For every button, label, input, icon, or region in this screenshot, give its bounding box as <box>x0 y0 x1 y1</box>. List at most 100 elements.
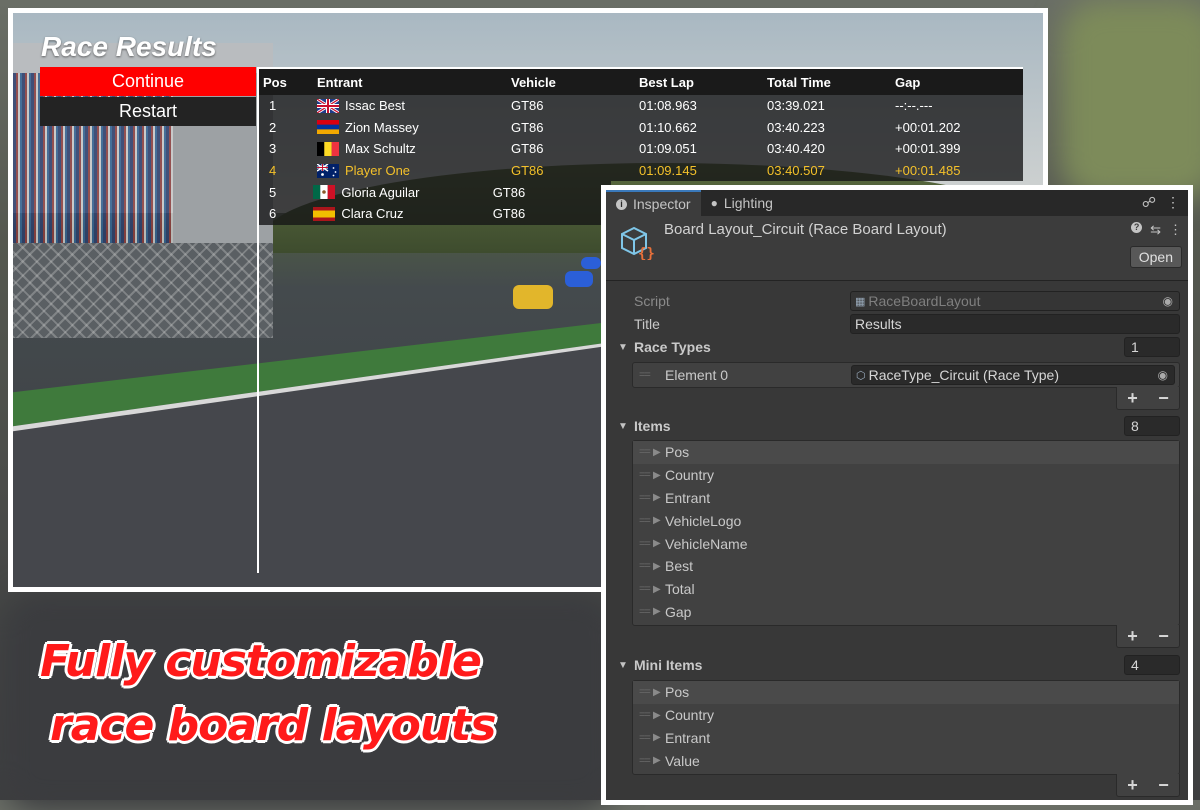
drag-handle-icon[interactable]: == <box>639 606 653 618</box>
list-item[interactable]: == ▶ Country <box>633 704 1179 727</box>
open-button[interactable]: Open <box>1129 246 1182 268</box>
row-entrant-cell: Clara Cruz <box>313 206 492 221</box>
mini-items-count[interactable]: 4 <box>1124 655 1180 675</box>
items-count[interactable]: 8 <box>1124 416 1180 436</box>
remove-button[interactable]: − <box>1158 626 1169 647</box>
list-item[interactable]: == ▶ VehicleLogo <box>633 509 1179 532</box>
row-best-lap: 01:08.963 <box>639 98 697 114</box>
item-label: VehicleLogo <box>665 512 742 529</box>
list-item[interactable]: == ▶ Pos <box>633 441 1179 464</box>
component-menu-icon[interactable]: ⋮ <box>1169 222 1182 238</box>
list-item[interactable]: == ▶ Best <box>633 555 1179 578</box>
remove-button[interactable]: − <box>1158 388 1169 409</box>
add-button[interactable]: + <box>1127 388 1138 409</box>
tab-inspector[interactable]: i Inspector <box>606 190 701 216</box>
info-icon: i <box>616 198 627 210</box>
list-item[interactable]: == ▶ Entrant <box>633 727 1179 750</box>
header-icons: ? ⇆ ⋮ <box>1131 222 1182 238</box>
row-vehicle: GT86 <box>492 184 526 200</box>
list-item[interactable]: == ▶ Total <box>633 578 1179 601</box>
foldout-arrow-icon[interactable]: ▼ <box>618 342 628 353</box>
list-item[interactable]: == ▶ Value <box>633 749 1179 772</box>
expand-arrow-icon[interactable]: ▶ <box>653 732 665 743</box>
table-row: 3 Max Schultz GT86 01:09.051 03:40.420 +… <box>259 138 1023 160</box>
list-item[interactable]: == ▶ Country <box>633 464 1179 487</box>
list-item[interactable]: == ▶ VehicleName <box>633 532 1179 555</box>
continue-button[interactable]: Continue <box>40 67 256 96</box>
add-button[interactable]: + <box>1127 626 1138 647</box>
add-button[interactable]: + <box>1127 775 1138 796</box>
item-label: Value <box>665 752 700 769</box>
drag-handle-icon[interactable]: == <box>639 469 653 481</box>
expand-arrow-icon[interactable]: ▶ <box>653 710 665 721</box>
header-best-lap: Best Lap <box>639 74 694 90</box>
tab-inspector-label: Inspector <box>633 196 691 212</box>
row-gap: +00:01.399 <box>895 141 961 157</box>
expand-arrow-icon[interactable]: ▶ <box>653 538 665 549</box>
list-item[interactable]: == ▶ Pos <box>633 681 1179 704</box>
drag-handle-icon[interactable]: == <box>639 583 653 595</box>
expand-arrow-icon[interactable]: ▶ <box>653 561 665 572</box>
item-label: Pos <box>665 684 690 701</box>
item-label: Pos <box>665 444 690 461</box>
drag-handle-icon[interactable]: == <box>639 446 653 458</box>
catch-fence <box>13 243 273 338</box>
kebab-menu-icon[interactable]: ⋮ <box>1166 194 1180 211</box>
drag-handle-icon[interactable]: == <box>639 560 653 572</box>
table-row: 5 Gloria Aguilar GT86 <box>259 181 611 203</box>
object-picker-icon[interactable]: ◉ <box>1158 368 1168 382</box>
script-field: ▦ RaceBoardLayout ◉ <box>850 291 1180 311</box>
expand-arrow-icon[interactable]: ▶ <box>653 447 665 458</box>
row-pos: 2 <box>269 119 277 135</box>
restart-button[interactable]: Restart <box>40 97 256 126</box>
drag-handle-icon[interactable]: == <box>639 369 653 381</box>
race-results-title: Race Results <box>41 31 217 62</box>
drag-handle-icon[interactable]: == <box>639 538 653 550</box>
lock-icon[interactable]: ☍ <box>1142 194 1156 211</box>
row-entrant: Issac Best <box>345 98 405 114</box>
items-row[interactable]: ▼ Items 8 <box>606 415 1188 437</box>
expand-arrow-icon[interactable]: ▶ <box>653 492 665 503</box>
drag-handle-icon[interactable]: == <box>639 515 653 527</box>
expand-arrow-icon[interactable]: ▶ <box>653 687 665 698</box>
table-row: 1 Issac Best GT86 01:08.963 03:39.021 --… <box>259 95 1023 117</box>
mini-items-row[interactable]: ▼ Mini Items 4 <box>606 654 1188 676</box>
expand-arrow-icon[interactable]: ▶ <box>653 606 665 617</box>
race-types-label: Race Types <box>634 339 711 355</box>
race-type-object-field[interactable]: ⬡ RaceType_Circuit (Race Type) ◉ <box>851 365 1175 385</box>
mini-items-label: Mini Items <box>634 657 703 673</box>
expand-arrow-icon[interactable]: ▶ <box>653 755 665 766</box>
remove-button[interactable]: − <box>1158 775 1169 796</box>
item-label: VehicleName <box>665 535 748 552</box>
armenia-flag-icon <box>317 120 339 135</box>
belgium-flag-icon <box>317 141 339 156</box>
row-best-lap: 01:10.662 <box>639 119 697 135</box>
tab-lighting[interactable]: ● Lighting <box>701 190 783 216</box>
item-label: Entrant <box>665 489 711 506</box>
drag-handle-icon[interactable]: == <box>639 686 653 698</box>
help-icon[interactable]: ? <box>1131 222 1143 233</box>
row-vehicle: GT86 <box>511 163 544 179</box>
list-item[interactable]: == ▶ Gap <box>633 601 1179 624</box>
drag-handle-icon[interactable]: == <box>639 732 653 744</box>
expand-arrow-icon[interactable]: ▶ <box>653 515 665 526</box>
list-item[interactable]: == Element 0 ⬡ RaceType_Circuit (Race Ty… <box>633 363 1179 387</box>
expand-arrow-icon[interactable]: ▶ <box>653 470 665 481</box>
script-label: Script <box>634 293 670 309</box>
object-picker-icon: ◉ <box>1162 294 1173 308</box>
blue-car <box>581 257 601 269</box>
foldout-arrow-icon[interactable]: ▼ <box>618 421 628 432</box>
drag-handle-icon[interactable]: == <box>639 709 653 721</box>
preset-icon[interactable]: ⇆ <box>1150 222 1161 238</box>
race-types-row[interactable]: ▼ Race Types 1 <box>606 336 1188 358</box>
drag-handle-icon[interactable]: == <box>639 755 653 767</box>
race-types-count[interactable]: 1 <box>1124 337 1180 357</box>
items-list: == ▶ Pos == ▶ Country == ▶ Entrant == ▶ VehicleL… <box>632 440 1180 626</box>
blue-car <box>565 271 593 287</box>
drag-handle-icon[interactable]: == <box>639 492 653 504</box>
list-item[interactable]: == ▶ Entrant <box>633 487 1179 510</box>
title-field[interactable]: Results <box>850 314 1180 334</box>
script-row: Script ▦ RaceBoardLayout ◉ <box>606 290 1188 312</box>
expand-arrow-icon[interactable]: ▶ <box>653 584 665 595</box>
foldout-arrow-icon[interactable]: ▼ <box>618 660 628 671</box>
